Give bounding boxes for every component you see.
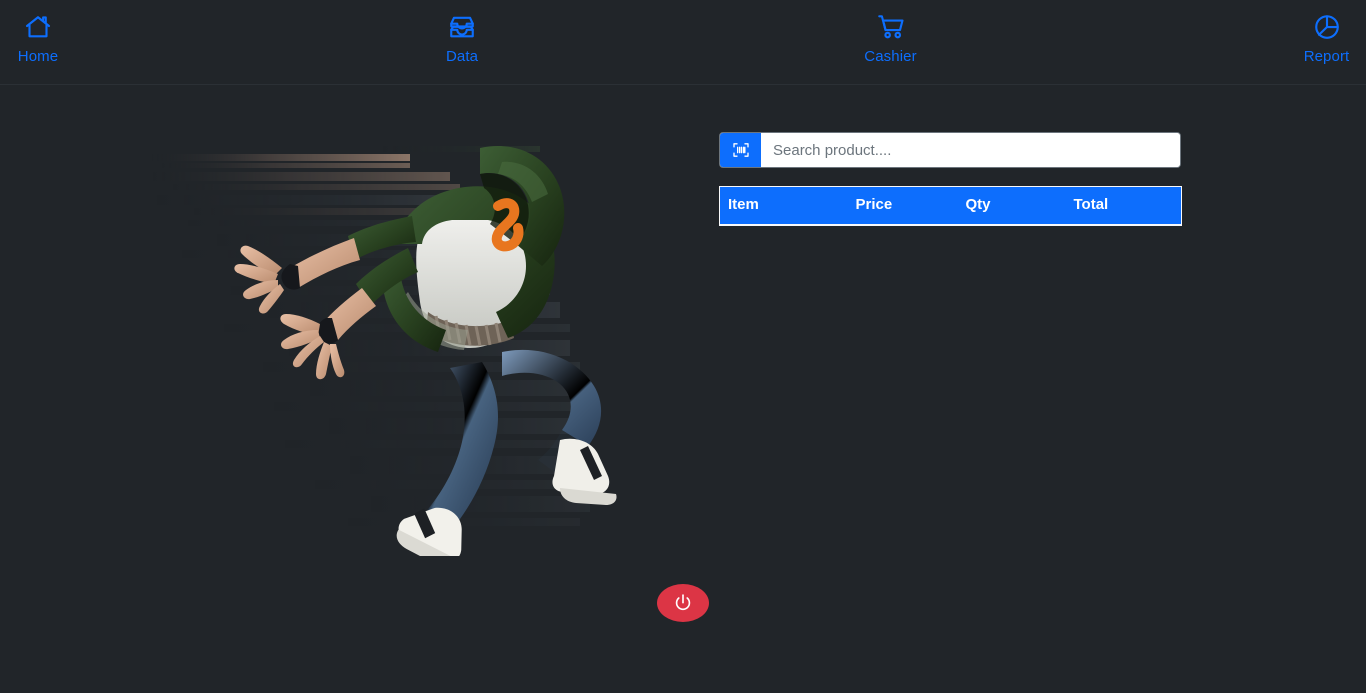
cart-table-head: Item Price Qty Total [719,186,1182,226]
top-navbar: Home Data Cashier Report [0,0,1366,85]
search-product-group [719,132,1181,168]
search-product-input[interactable] [761,133,1180,167]
nav-item-data[interactable]: Data [437,12,487,65]
column-header-qty[interactable]: Qty [965,186,1074,226]
column-header-total[interactable]: Total [1073,186,1182,226]
column-header-price[interactable]: Price [855,186,966,226]
power-button-wrap [0,584,1366,622]
home-icon [23,12,53,42]
shopping-cart-icon [876,12,906,42]
nav-label-cashier: Cashier [864,48,917,65]
pie-chart-icon [1312,12,1342,42]
cart-table: Item Price Qty Total [719,186,1182,226]
inbox-stack-icon [447,12,477,42]
barcode-scan-icon [731,140,751,160]
nav-label-home: Home [17,48,59,65]
nav-item-report[interactable]: Report [1298,12,1355,65]
column-header-item[interactable]: Item [719,186,856,226]
power-icon [672,592,694,614]
nav-item-home[interactable]: Home [13,12,63,65]
nav-label-report: Report [1303,48,1350,65]
power-button[interactable] [657,584,709,622]
nav-item-cashier[interactable]: Cashier [862,12,919,65]
cashier-panel: Item Price Qty Total [719,132,1182,226]
hero-image [150,116,640,556]
barcode-scan-icon-button[interactable] [720,133,761,167]
main-content: Item Price Qty Total Made with ❤ https:/… [0,86,1366,693]
cart-table-header-row: Item Price Qty Total [719,186,1182,226]
nav-label-data: Data [445,48,479,65]
